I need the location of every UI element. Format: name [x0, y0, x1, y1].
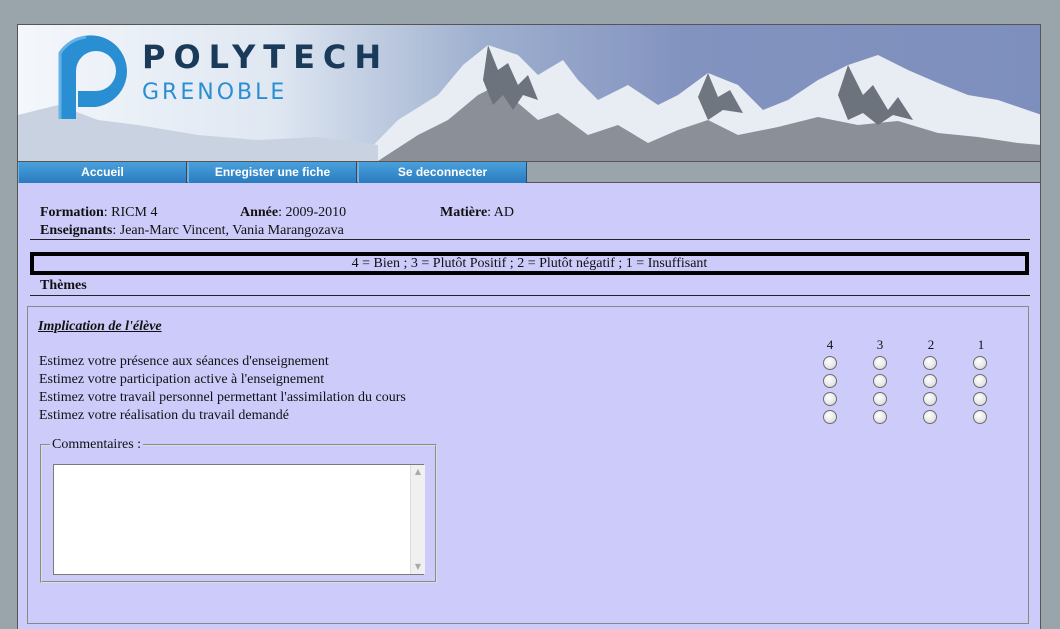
radio-participation-2[interactable] — [923, 374, 937, 388]
radio-travail-demande-3[interactable] — [873, 410, 887, 424]
radio-participation-3[interactable] — [873, 374, 887, 388]
question-travail-personnel: Estimez votre travail personnel permetta… — [39, 390, 406, 405]
comments-textarea[interactable] — [53, 464, 424, 575]
comments-fieldset: Commentaires : ▲ ▼ — [40, 437, 437, 583]
section-title: Implication de l'élève — [38, 319, 162, 334]
rating-legend: 4 = Bien ; 3 = Plutôt Positif ; 2 = Plut… — [30, 252, 1029, 275]
question-presence: Estimez votre présence aux séances d'ens… — [39, 354, 329, 369]
scroll-up-arrow-icon[interactable]: ▲ — [413, 467, 423, 477]
scale-header-1: 1 — [977, 337, 985, 352]
scale-header-4: 4 — [826, 337, 834, 352]
themes-heading: Thèmes — [40, 278, 87, 293]
nav-accueil-button[interactable]: Accueil — [18, 162, 187, 183]
header-banner: POLYTECH GRENOBLE — [18, 25, 1040, 161]
polytech-logo-icon — [58, 35, 127, 119]
scroll-down-arrow-icon[interactable]: ▼ — [413, 562, 423, 572]
matiere-info: Matière: AD — [440, 205, 514, 221]
formation-value: : RICM 4 — [103, 205, 158, 220]
question-participation: Estimez votre participation active à l'e… — [39, 372, 325, 387]
radio-presence-2[interactable] — [923, 356, 937, 370]
matiere-label: Matière — [440, 205, 488, 220]
radio-travail-demande-4[interactable] — [823, 410, 837, 424]
brand-name: POLYTECH — [142, 38, 390, 76]
nav-deconnecter-button[interactable]: Se deconnecter — [358, 162, 527, 183]
radio-presence-3[interactable] — [873, 356, 887, 370]
annee-value: : 2009-2010 — [278, 205, 347, 220]
radio-travail-demande-2[interactable] — [923, 410, 937, 424]
enseignants-label: Enseignants — [40, 223, 113, 238]
enseignants-info: Enseignants: Jean-Marc Vincent, Vania Ma… — [40, 223, 344, 239]
radio-presence-1[interactable] — [973, 356, 987, 370]
brand-subname: GRENOBLE — [142, 80, 288, 105]
comments-legend: Commentaires : — [52, 437, 142, 452]
radio-presence-4[interactable] — [823, 356, 837, 370]
radio-participation-1[interactable] — [973, 374, 987, 388]
enseignants-value: : Jean-Marc Vincent, Vania Marangozava — [112, 223, 344, 238]
annee-label: Année — [240, 205, 279, 220]
nav-enregistrer-fiche-button[interactable]: Enregister une fiche — [188, 162, 357, 183]
radio-participation-4[interactable] — [823, 374, 837, 388]
divider — [30, 239, 1030, 240]
formation-label: Formation — [40, 205, 104, 220]
implication-section: Implication de l'élève 4 3 2 1 Estimez v… — [27, 306, 1029, 624]
question-travail-demande: Estimez votre réalisation du travail dem… — [39, 408, 289, 423]
scale-header-3: 3 — [876, 337, 884, 352]
page-container: POLYTECH GRENOBLE Accueil Enregister une… — [17, 24, 1041, 629]
radio-travail-personnel-3[interactable] — [873, 392, 887, 406]
formation-info: Formation: RICM 4 — [40, 205, 157, 221]
divider — [30, 295, 1030, 296]
annee-info: Année: 2009-2010 — [240, 205, 346, 221]
radio-travail-personnel-4[interactable] — [823, 392, 837, 406]
scale-header-2: 2 — [927, 337, 935, 352]
matiere-value: : AD — [487, 205, 514, 220]
radio-travail-personnel-1[interactable] — [973, 392, 987, 406]
nav-bar: Accueil Enregister une fiche Se deconnec… — [18, 161, 1040, 183]
comments-scrollbar[interactable]: ▲ ▼ — [410, 465, 425, 574]
radio-travail-personnel-2[interactable] — [923, 392, 937, 406]
radio-travail-demande-1[interactable] — [973, 410, 987, 424]
